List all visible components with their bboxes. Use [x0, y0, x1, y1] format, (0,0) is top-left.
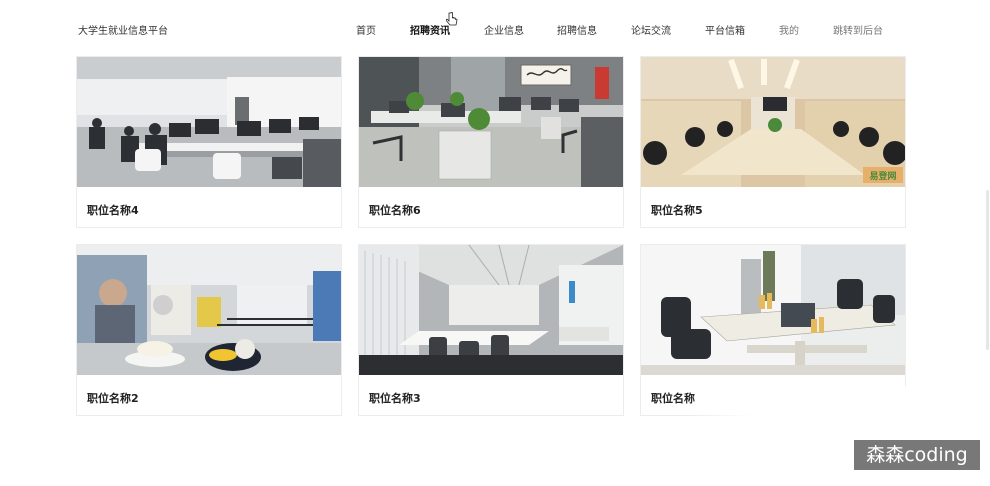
hand-cursor-icon	[446, 12, 458, 26]
nav-item-forum[interactable]: 论坛交流	[631, 22, 671, 37]
job-card[interactable]: 易登网 职位名称5	[640, 56, 906, 228]
job-card-image	[359, 57, 623, 187]
job-title: 职位名称4	[87, 204, 139, 217]
job-title: 职位名称5	[651, 204, 703, 217]
nav-item-job-listings[interactable]: 招聘信息	[557, 22, 597, 37]
job-card-image	[77, 57, 341, 187]
job-card[interactable]: 职位名称2	[76, 244, 342, 416]
job-card[interactable]: 职位名称3	[358, 244, 624, 416]
desk-cluster-photo	[641, 245, 905, 375]
watermark-label: 森森coding	[854, 440, 980, 470]
nav-item-admin-link[interactable]: 跳转到后台	[833, 22, 883, 37]
scrollbar[interactable]	[986, 190, 989, 350]
nav-item-recruitment-news[interactable]: 招聘资讯	[410, 22, 450, 37]
job-card[interactable]: 职位名称4	[76, 56, 342, 228]
job-card-image	[77, 245, 341, 375]
job-title: 职位名称3	[369, 392, 421, 405]
office-workstations-photo	[77, 57, 341, 187]
image-logo-text: 易登网	[869, 170, 896, 182]
job-card[interactable]: 职位名称6	[358, 56, 624, 228]
nav-item-mailbox[interactable]: 平台信箱	[705, 22, 745, 37]
lounge-office-photo	[77, 245, 341, 375]
open-office-photo	[359, 245, 623, 375]
job-card-image: 易登网	[641, 57, 905, 187]
job-title: 职位名称6	[369, 204, 421, 217]
office-desks-calligraphy-photo	[359, 57, 623, 187]
job-card-image	[359, 245, 623, 375]
top-navigation-bar: 大学生就业信息平台 首页 招聘资讯 企业信息 招聘信息 论坛交流 平台信箱 我的…	[0, 0, 990, 56]
job-card-image	[641, 245, 905, 375]
conference-room-photo: 易登网	[641, 57, 905, 187]
nav-item-home[interactable]: 首页	[356, 22, 376, 37]
main-nav: 首页 招聘资讯 企业信息 招聘信息 论坛交流 平台信箱 我的 跳转到后台	[356, 22, 883, 37]
page: 大学生就业信息平台 首页 招聘资讯 企业信息 招聘信息 论坛交流 平台信箱 我的…	[0, 0, 990, 486]
watermark-fade-overlay	[690, 386, 990, 486]
job-title: 职位名称	[651, 392, 695, 405]
nav-item-company-info[interactable]: 企业信息	[484, 22, 524, 37]
job-title: 职位名称2	[87, 392, 139, 405]
site-title[interactable]: 大学生就业信息平台	[78, 22, 168, 37]
nav-item-mine[interactable]: 我的	[779, 22, 799, 37]
